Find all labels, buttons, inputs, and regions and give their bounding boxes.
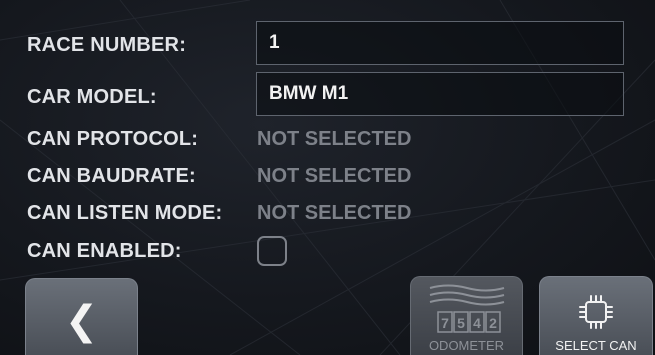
odometer-digit: 7: [441, 315, 449, 331]
race-number-label: RACE NUMBER:: [27, 34, 187, 56]
select-can-button[interactable]: SELECT CAN: [539, 276, 653, 355]
can-protocol-value[interactable]: NOT SELECTED: [257, 128, 411, 151]
odometer-digit: 4: [473, 315, 481, 331]
can-enabled-checkbox[interactable]: [257, 236, 287, 266]
odometer-icon: 7 5 4 2: [429, 284, 504, 333]
can-enabled-label: CAN ENABLED:: [27, 240, 182, 262]
chip-icon: [579, 295, 613, 329]
can-protocol-label: CAN PROTOCOL:: [27, 128, 199, 150]
odometer-label: ODOMETER: [428, 338, 505, 353]
car-model-label: CAR MODEL:: [27, 86, 157, 108]
can-listen-mode-label: CAN LISTEN MODE:: [27, 202, 223, 224]
can-baudrate-label: CAN BAUDRATE:: [27, 165, 196, 187]
odometer-digit: 2: [489, 315, 497, 331]
can-baudrate-value[interactable]: NOT SELECTED: [257, 165, 411, 188]
back-button[interactable]: ❮: [25, 278, 138, 355]
odometer-button[interactable]: 7 5 4 2 ODOMETER: [410, 276, 523, 355]
race-number-value: 1: [269, 32, 280, 53]
chevron-left-icon: ❮: [64, 299, 99, 343]
odometer-digit: 5: [457, 315, 465, 331]
car-model-value: BMW M1: [269, 83, 349, 104]
race-number-field[interactable]: 1: [256, 21, 624, 65]
can-listen-mode-value[interactable]: NOT SELECTED: [257, 202, 411, 225]
select-can-label: SELECT CAN: [555, 338, 637, 353]
car-model-field[interactable]: BMW M1: [256, 72, 624, 116]
